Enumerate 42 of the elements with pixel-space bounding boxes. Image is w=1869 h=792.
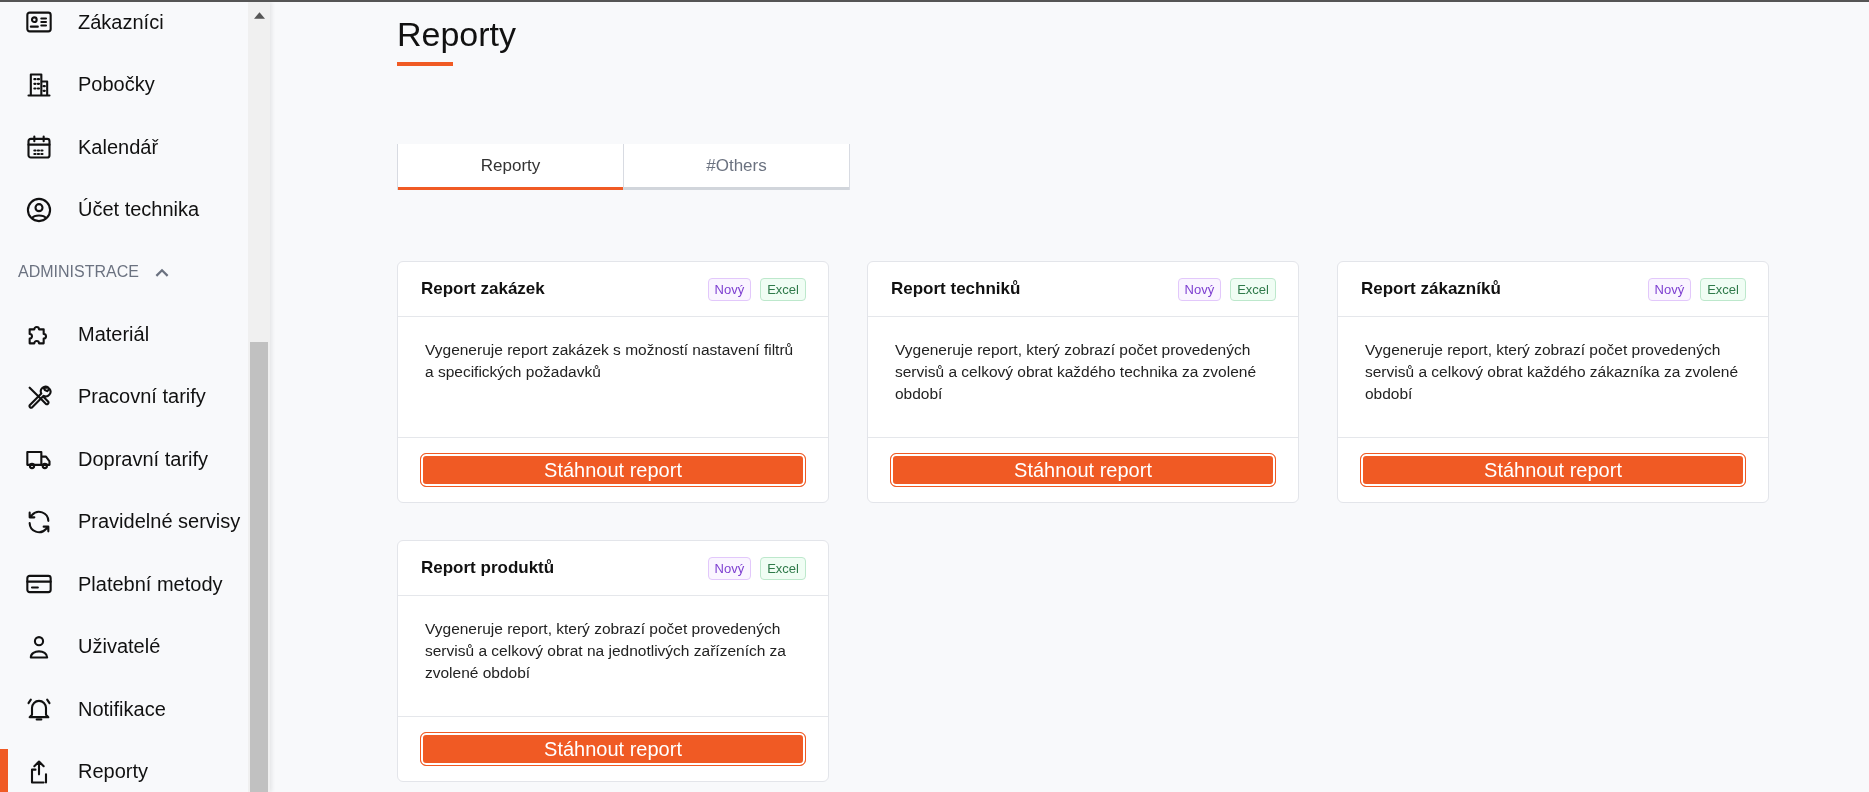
new-badge: Nový bbox=[707, 556, 752, 580]
card-title: Report zakázek bbox=[421, 279, 545, 299]
scrollbar[interactable] bbox=[248, 2, 270, 792]
tools-icon bbox=[25, 382, 53, 411]
scrollbar-thumb[interactable] bbox=[250, 342, 268, 792]
scroll-up-arrow-icon[interactable] bbox=[253, 12, 265, 19]
card-description: Vygeneruje report, který zobrazí počet provedených servisů a celkový obrat každého zákazníka za zvolené období bbox=[1365, 340, 1740, 404]
card-description: Vygeneruje report, který zobrazí počet provedených servisů a celkový obrat na jednotlivých zařízeních za zvolené období bbox=[425, 619, 787, 683]
sidebar-item[interactable]: Zákazníci bbox=[0, 2, 248, 54]
calendar-icon bbox=[25, 133, 53, 162]
card-description: Vygeneruje report, který zobrazí počet provedených servisů a celkový obrat každého technika za zvolené období bbox=[895, 340, 1257, 404]
title-underline bbox=[397, 62, 453, 66]
new-badge: Nový bbox=[1647, 277, 1692, 301]
user-circle-icon bbox=[25, 195, 53, 224]
new-badge: Nový bbox=[1177, 277, 1222, 301]
sidebar-item[interactable]: Účet technika bbox=[0, 178, 248, 241]
format-badge: Excel bbox=[760, 556, 806, 580]
format-badge: Excel bbox=[1700, 277, 1746, 301]
sidebar-item[interactable]: Uživatelé bbox=[0, 615, 248, 678]
card-title: Report techniků bbox=[891, 279, 1021, 299]
format-badge: Excel bbox=[760, 277, 806, 301]
sidebar-item[interactable]: Kalendář bbox=[0, 116, 248, 179]
tab[interactable]: #Others bbox=[623, 144, 849, 190]
sidebar-item[interactable]: Notifikace bbox=[0, 678, 248, 741]
page-title: Reporty bbox=[397, 14, 518, 54]
card-title: Report zákazníků bbox=[1361, 279, 1501, 299]
tab[interactable]: Reporty bbox=[398, 144, 623, 190]
new-badge: Nový bbox=[707, 277, 752, 301]
format-badge: Excel bbox=[1230, 277, 1276, 301]
sidebar-item[interactable]: Pracovní tarify bbox=[0, 365, 248, 428]
sidebar-item[interactable]: Dopravní tarify bbox=[0, 428, 248, 491]
sidebar-item[interactable]: Platební metody bbox=[0, 553, 248, 616]
active-indicator bbox=[0, 748, 8, 792]
sidebar-item[interactable]: Pravidelné servisy bbox=[0, 490, 248, 553]
building-icon bbox=[25, 70, 53, 99]
card-description: Vygeneruje report zakázek s možností nastavení filtrů a specifických požadavků bbox=[425, 340, 795, 382]
caret-icon bbox=[154, 267, 169, 277]
sidebar-item[interactable]: Reporty bbox=[0, 740, 248, 792]
sidebar-item[interactable]: Pobočky bbox=[0, 53, 248, 116]
card-title: Report produktů bbox=[421, 558, 555, 578]
sidebar-item[interactable]: Materiál bbox=[0, 303, 248, 366]
section-header[interactable]: ADMINISTRACE bbox=[0, 241, 248, 303]
